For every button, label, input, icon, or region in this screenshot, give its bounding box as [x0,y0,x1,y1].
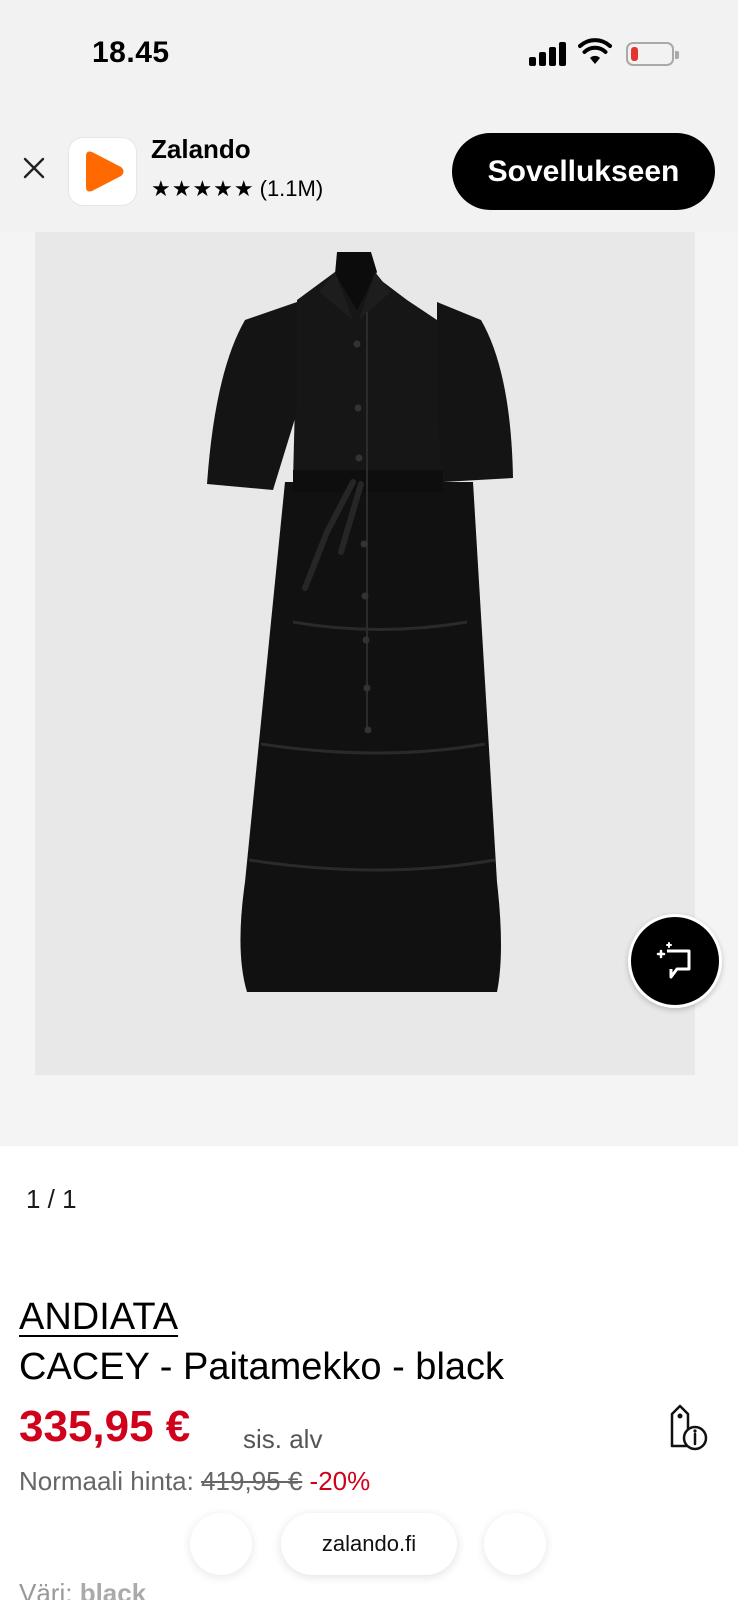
browser-menu-button[interactable] [484,1513,546,1575]
normal-price-line: Normaali hinta: 419,95 € -20% [19,1466,370,1497]
product-price: 335,95 € [19,1402,191,1451]
app-rating: ★★★★★ (1.1M) [151,176,323,202]
browser-back-button[interactable] [190,1513,252,1575]
open-in-app-button[interactable]: Sovellukseen [452,133,715,210]
price-info-icon[interactable] [664,1402,710,1452]
color-label: Väri: [19,1578,73,1600]
app-name: Zalando [151,134,251,164]
product-gallery [0,232,738,1146]
vat-note: sis. alv [243,1424,323,1454]
rating-stars-icon: ★★★★★ [151,176,255,201]
sparkle-crop-button[interactable] [628,914,722,1008]
normal-price-label: Normaali hinta: [19,1466,194,1496]
color-value: black [79,1578,147,1600]
status-time: 18.45 [92,36,170,69]
status-bar: 18.45 [0,0,738,110]
product-image[interactable] [35,232,695,1075]
zalando-logo-icon [86,151,124,192]
discount-badge: -20% [309,1466,371,1496]
rating-count: (1.1M) [259,176,324,201]
product-name: CACEY - Paitamekko - black [19,1346,505,1388]
color-line: Väri: black [19,1578,146,1600]
image-pager: 1 / 1 [26,1184,77,1214]
battery-icon [626,42,679,66]
wifi-icon [578,38,612,64]
address-bar[interactable]: zalando.fi [281,1513,457,1575]
dress-image [207,252,513,992]
cellular-signal-icon [529,42,567,66]
close-icon[interactable] [18,152,50,184]
sparkle-crop-icon [656,942,691,979]
app-banner: Zalando ★★★★★ (1.1M) Sovellukseen [0,110,738,232]
original-price: 419,95 € [201,1466,303,1496]
brand-link[interactable]: ANDIATA [19,1296,178,1339]
zalando-app-icon [69,138,136,205]
